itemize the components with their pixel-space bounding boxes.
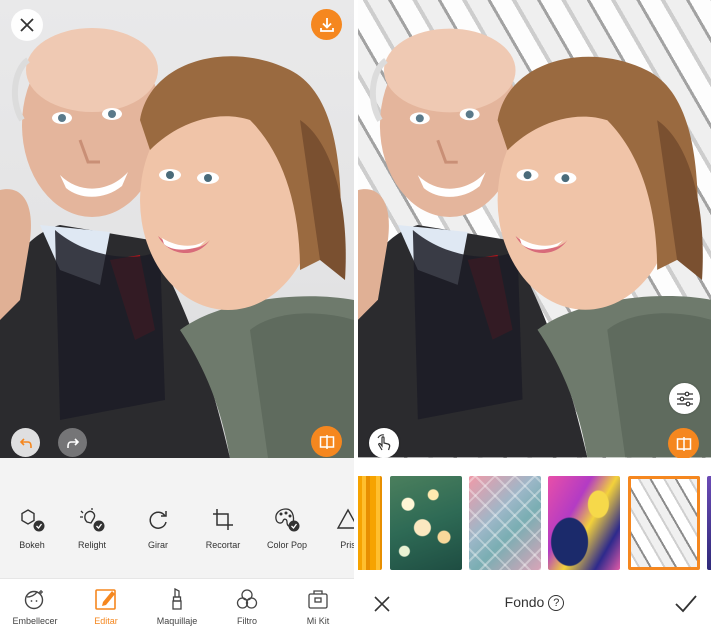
close-icon	[20, 18, 34, 32]
tool-rotate[interactable]: Girar	[126, 506, 190, 550]
background-panel: Fondo?	[358, 0, 711, 636]
kit-icon	[308, 590, 328, 609]
nav-label: Maquillaje	[156, 616, 198, 626]
redo-icon	[66, 437, 79, 448]
photo-canvas[interactable]	[0, 0, 354, 458]
nav-label: Mi Kit	[306, 616, 330, 626]
nav-makeup[interactable]: Maquillaje	[142, 587, 212, 626]
tool-relight[interactable]: Relight	[60, 506, 124, 550]
panel-title-text: Fondo	[504, 594, 545, 610]
confirm-icon[interactable]	[673, 592, 699, 616]
background-thumb-purple[interactable]	[707, 476, 711, 570]
undo-button[interactable]	[11, 428, 40, 457]
tool-label: Pris	[340, 540, 354, 550]
face-icon	[24, 590, 44, 610]
nav-filter[interactable]: Filtro	[212, 587, 282, 626]
download-button[interactable]	[311, 9, 342, 40]
touch-gesture-button[interactable]	[369, 428, 399, 458]
background-thumb-bokeh-lights[interactable]	[390, 476, 462, 570]
tool-crop[interactable]: Recortar	[191, 506, 255, 550]
tool-label: Girar	[148, 540, 168, 550]
nav-beautify[interactable]: Embellecer	[0, 587, 70, 626]
compare-button[interactable]	[311, 426, 342, 457]
crop-icon	[213, 509, 233, 530]
background-thumbnails	[358, 468, 711, 580]
adjust-button[interactable]	[669, 383, 700, 414]
background-thumb-paint-swirl[interactable]	[548, 476, 620, 570]
tool-label: Recortar	[205, 540, 241, 550]
bokeh-icon	[21, 509, 45, 532]
background-thumb-orange-stripes[interactable]	[358, 476, 382, 570]
edit-tools-row: Bokeh Relight Girar Recortar Color Pop P…	[0, 470, 354, 578]
couple-photo	[0, 28, 354, 458]
background-action-bar: Fondo?	[358, 580, 711, 636]
download-icon	[319, 17, 334, 32]
prism-icon	[336, 508, 354, 529]
background-thumb-pastel-scales[interactable]	[469, 476, 541, 570]
background-thumb-white-geometric[interactable]	[628, 476, 700, 570]
close-button[interactable]	[11, 9, 43, 41]
help-icon[interactable]: ?	[548, 595, 565, 611]
edit-icon	[95, 589, 116, 610]
nav-edit[interactable]: Editar	[71, 587, 141, 626]
relight-icon	[80, 508, 105, 532]
nav-label: Filtro	[237, 616, 257, 626]
photo-canvas[interactable]	[358, 0, 711, 458]
compare-icon	[319, 434, 334, 449]
compare-button[interactable]	[668, 428, 699, 458]
tool-label: Bokeh	[19, 540, 45, 550]
filter-icon	[236, 589, 258, 609]
couple-photo	[358, 28, 711, 458]
nav-my-kit[interactable]: Mi Kit	[283, 587, 353, 626]
color-pop-icon	[275, 508, 300, 532]
panel-title: Fondo?	[358, 594, 711, 611]
undo-icon	[19, 437, 32, 448]
tool-prism[interactable]: Pris	[316, 506, 354, 550]
redo-button[interactable]	[58, 428, 87, 457]
compare-icon	[676, 436, 691, 451]
hand-touch-icon	[377, 434, 391, 451]
lipstick-icon	[172, 587, 182, 610]
editor-panel: Bokeh Relight Girar Recortar Color Pop P…	[0, 0, 354, 636]
tool-label: Color Pop	[266, 540, 308, 550]
nav-label: Editar	[94, 616, 118, 626]
sliders-icon	[676, 391, 693, 406]
tool-bokeh[interactable]: Bokeh	[0, 506, 64, 550]
nav-label: Embellecer	[12, 616, 58, 626]
rotate-icon	[149, 511, 167, 529]
bottom-navigation: Embellecer Editar Maquillaje Filtro Mi K…	[0, 578, 354, 636]
tool-color-pop[interactable]: Color Pop	[255, 506, 319, 550]
tool-label: Relight	[77, 540, 106, 550]
